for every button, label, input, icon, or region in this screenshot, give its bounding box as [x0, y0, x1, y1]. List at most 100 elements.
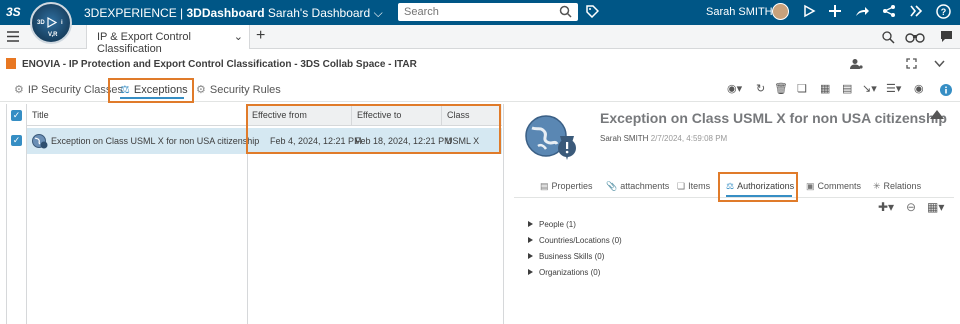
compass-3d-label: 3D — [37, 20, 45, 26]
comment-icon: ▣ — [806, 181, 815, 191]
detail-owner[interactable]: Sarah SMITH — [600, 134, 648, 143]
add-menu-icon[interactable]: ✚▾ — [878, 200, 894, 214]
exceptions-highlight — [108, 78, 194, 103]
expand-icon[interactable] — [528, 253, 533, 259]
detail-date: 2/7/2024, 4:59:08 PM — [650, 134, 728, 143]
brand-prefix: 3DEXPERIENCE — [84, 6, 177, 20]
compass-vr-label: V,R — [48, 32, 58, 38]
top-bar: 3S 3DEXPERIENCE | 3DDashboard Sarah's Da… — [0, 0, 960, 25]
tab-security-rules[interactable]: ⚙ Security Rules — [196, 83, 281, 96]
row-title: Exception on Class USML X for non USA ci… — [51, 136, 260, 146]
detail-panel: Exception on Class USML X for non USA ci… — [503, 104, 960, 324]
tab-label: IP & Export Control Classification — [97, 31, 191, 55]
tree-label: Countries/Locations (0) — [539, 236, 622, 245]
plus-icon[interactable] — [828, 4, 842, 18]
detail-owner-line: Sarah SMITH 2/7/2024, 4:59:08 PM — [600, 134, 727, 143]
refresh-icon[interactable]: ↻ — [756, 82, 765, 95]
tab-ip-security-classes[interactable]: ⚙ IP Security Classes — [14, 83, 123, 96]
active-tab-indicator — [726, 195, 792, 197]
avatar[interactable] — [772, 3, 789, 20]
share-pointer-icon[interactable] — [802, 4, 816, 18]
delete-icon[interactable]: 🗑 — [774, 82, 788, 95]
structure-icon[interactable]: ▤ — [842, 82, 852, 95]
select-icon[interactable]: ↘▾ — [862, 82, 877, 95]
chevron-down-icon[interactable] — [934, 60, 945, 68]
exception-globe-icon — [525, 115, 576, 160]
tree-label: Organizations (0) — [539, 268, 601, 277]
tab-properties[interactable]: ▤ Properties — [540, 181, 593, 192]
tab-label: Comments — [817, 181, 862, 191]
share-arrow-icon[interactable] — [855, 4, 869, 18]
brand-title: 3DEXPERIENCE | 3DDashboard Sarah's Dashb… — [84, 6, 383, 20]
authorizations-highlight — [718, 172, 798, 202]
comment-icon[interactable] — [940, 30, 953, 43]
add-tab-button[interactable]: + — [256, 27, 265, 45]
app-title-bar: ENOVIA - IP Protection and Export Contro… — [0, 54, 960, 74]
tree-item-organizations[interactable]: Organizations (0) — [528, 268, 600, 277]
info-icon[interactable] — [940, 84, 952, 96]
ds-logo[interactable]: 3S — [6, 5, 21, 19]
security-rules-icon: ⚙ — [196, 84, 206, 96]
view-options-icon[interactable]: ▦▾ — [927, 200, 944, 214]
enovia-app-icon — [6, 58, 16, 69]
search-person-icon[interactable] — [881, 30, 895, 44]
relations-icon: ✳ — [873, 181, 881, 191]
tab-label: Properties — [551, 181, 593, 191]
expand-icon[interactable] — [528, 269, 533, 275]
play-icon — [47, 17, 57, 28]
list-view-icon[interactable]: ☰▾ — [886, 82, 901, 95]
tab-attachments[interactable]: 📎 attachments — [606, 181, 669, 192]
hamburger-menu-icon[interactable] — [7, 31, 19, 42]
globe-filter-icon[interactable]: ◉▾ — [727, 82, 742, 95]
chevron-down-icon[interactable]: ⌵ — [374, 6, 383, 20]
tab-relations[interactable]: ✳ Relations — [873, 181, 921, 192]
active-tab-indicator — [120, 97, 184, 99]
dashboard-name[interactable]: Sarah's Dashboard — [268, 6, 370, 20]
expand-icon[interactable] — [528, 237, 533, 243]
chevron-down-icon[interactable]: ⌄ — [234, 30, 243, 43]
tree-label: People (1) — [539, 220, 576, 229]
svg-text:?: ? — [941, 7, 947, 17]
remove-icon[interactable]: ⊖ — [906, 200, 916, 214]
row-checkbox[interactable]: ✓ — [11, 135, 22, 146]
user-name[interactable]: Sarah SMITH — [706, 6, 773, 18]
dates-highlight — [246, 104, 501, 154]
tree-item-countries[interactable]: Countries/Locations (0) — [528, 236, 622, 245]
apps-icon[interactable] — [909, 4, 923, 18]
column-header-title[interactable]: Title — [27, 104, 247, 126]
tree-label: Business Skills (0) — [539, 252, 605, 261]
collapse-up-icon[interactable] — [930, 110, 944, 119]
compass-widget[interactable]: 3D V,R i — [30, 2, 72, 44]
network-icon[interactable] — [882, 4, 896, 18]
compass-i-label: i — [61, 20, 63, 26]
binoculars-icon[interactable] — [905, 31, 925, 43]
tab-comments[interactable]: ▣ Comments — [806, 181, 861, 192]
tree-item-business-skills[interactable]: Business Skills (0) — [528, 252, 604, 261]
items-icon: ❏ — [677, 181, 686, 191]
search-icon[interactable] — [559, 5, 572, 18]
copy-icon[interactable]: ❏ — [797, 82, 807, 95]
calendar-icon[interactable]: ▦ — [820, 82, 830, 95]
tab-label: Items — [688, 181, 711, 191]
search-box[interactable] — [398, 3, 578, 21]
tag-icon[interactable] — [585, 4, 599, 18]
security-class-icon: ⚙ — [14, 84, 24, 96]
paperclip-icon: 📎 — [606, 181, 618, 191]
globe-exception-icon — [32, 134, 48, 149]
help-icon[interactable]: ? — [936, 4, 951, 19]
search-input[interactable] — [398, 3, 548, 21]
select-all-checkbox[interactable]: ✓ — [11, 110, 22, 121]
brand-app: 3DDashboard — [186, 6, 265, 20]
expand-icon[interactable] — [528, 221, 533, 227]
properties-icon: ▤ — [540, 181, 549, 191]
app-title: ENOVIA - IP Protection and Export Contro… — [22, 59, 417, 70]
maximize-icon[interactable] — [906, 58, 917, 69]
detail-title: Exception on Class USML X for non USA ci… — [600, 110, 947, 126]
tab-label: Relations — [883, 181, 922, 191]
globe-icon[interactable]: ◉ — [914, 82, 924, 95]
tab-ip-export-control[interactable]: IP & Export Control Classification ⌄ — [86, 25, 250, 55]
tree-item-people[interactable]: People (1) — [528, 220, 576, 229]
user-settings-icon[interactable] — [850, 58, 863, 70]
tab-label: attachments — [620, 181, 670, 191]
tab-items[interactable]: ❏ Items — [677, 181, 710, 192]
